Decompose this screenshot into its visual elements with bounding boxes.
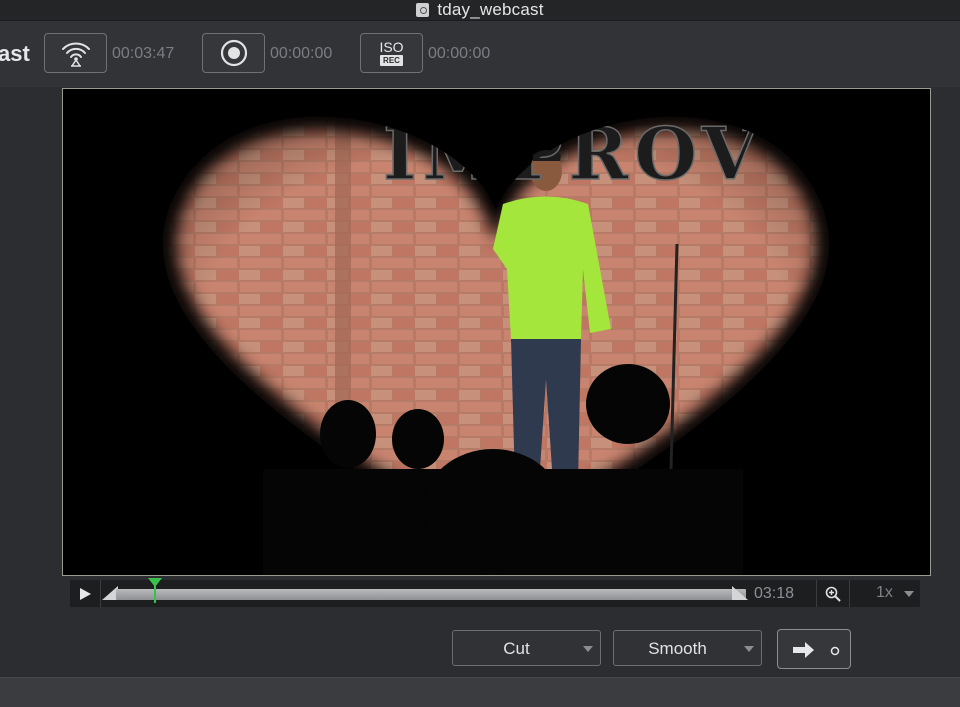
chevron-down-icon [744, 646, 754, 652]
toolbar: ast 00:03:47 00:00:00 ISO REC 00:00:00 [0, 21, 960, 87]
arrow-right-icon [793, 642, 840, 658]
document-icon [416, 3, 430, 17]
timeline-track[interactable] [116, 589, 746, 600]
take-transition-button[interactable] [777, 629, 851, 669]
playback-speed-select[interactable]: 1x [876, 584, 893, 602]
status-bar [0, 677, 960, 707]
play-button[interactable] [70, 580, 101, 607]
stream-timer: 00:03:47 [112, 45, 175, 62]
iso-record-button[interactable]: ISO REC [360, 33, 423, 73]
chevron-down-icon [583, 646, 593, 652]
record-icon [220, 39, 247, 67]
chevron-down-icon [904, 591, 914, 597]
title-bar: tday_webcast [0, 0, 960, 21]
video-preview[interactable]: IMPROV [62, 88, 931, 576]
zoom-in-icon [825, 586, 841, 602]
app-brand-label: ast [0, 41, 30, 66]
window-title: tday_webcast [437, 0, 544, 19]
stream-button[interactable] [44, 33, 107, 73]
play-icon [80, 587, 91, 600]
preview-area: IMPROV 03:18 1x [0, 87, 960, 677]
transition-type-label: Cut [503, 639, 530, 658]
transition-mode-label: Smooth [648, 639, 707, 658]
heart-mask-scene: IMPROV [63, 89, 930, 575]
zoom-button[interactable] [816, 580, 850, 607]
broadcast-icon [61, 42, 90, 67]
transition-mode-select[interactable]: Smooth [613, 630, 762, 666]
transition-type-select[interactable]: Cut [452, 630, 601, 666]
timeline-scrubber: 03:18 1x [70, 578, 920, 607]
record-button[interactable] [202, 33, 265, 73]
duration-label: 03:18 [754, 585, 795, 602]
iso-record-timer: 00:00:00 [428, 45, 491, 62]
playhead-marker[interactable] [148, 578, 162, 587]
playhead-line [154, 585, 156, 603]
iso-label: ISO [379, 39, 404, 55]
trim-end-handle[interactable] [732, 586, 748, 600]
record-timer: 00:00:00 [270, 45, 333, 62]
rec-badge: REC [380, 55, 403, 66]
